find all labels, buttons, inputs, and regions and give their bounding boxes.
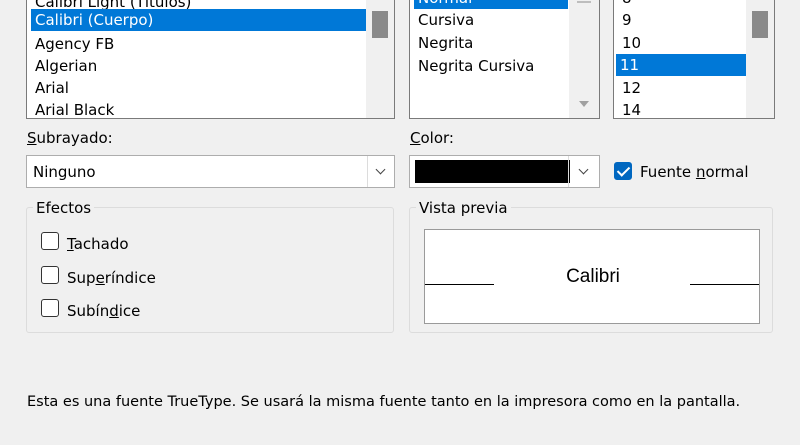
color-label: Color: — [410, 129, 454, 147]
list-item[interactable]: Arial Black — [31, 99, 371, 118]
underline-select[interactable]: Ninguno — [26, 155, 395, 188]
list-item[interactable]: Negrita Cursiva — [414, 55, 568, 77]
subscript-checkbox[interactable] — [41, 299, 59, 317]
scrollbar-thumb[interactable] — [372, 11, 388, 38]
font-size-list[interactable]: 8 9 10 11 12 14 — [613, 0, 775, 119]
list-item[interactable]: Calibri (Cuerpo) — [31, 9, 371, 31]
color-swatch — [415, 160, 570, 183]
preview-title: Vista previa — [416, 199, 511, 217]
superscript-label[interactable]: Superíndice — [67, 269, 156, 287]
dropdown-button[interactable] — [568, 156, 599, 187]
list-item[interactable]: Arial — [31, 77, 371, 99]
list-item[interactable]: Agency FB — [31, 33, 371, 55]
strikethrough-label[interactable]: Tachado — [67, 235, 129, 253]
list-item[interactable]: Negrita — [414, 32, 568, 54]
font-style-list[interactable]: Normal Cursiva Negrita Negrita Cursiva — [409, 0, 600, 119]
list-item[interactable]: 14 — [618, 99, 747, 118]
checkmark-icon — [616, 163, 631, 177]
vertical-scrollbar[interactable] — [569, 0, 599, 118]
vertical-scrollbar[interactable] — [746, 0, 774, 118]
list-item[interactable]: 9 — [618, 9, 747, 31]
scroll-down-arrow-icon[interactable] — [579, 101, 589, 107]
normal-font-checkbox[interactable] — [614, 162, 632, 180]
list-item[interactable]: 12 — [618, 77, 747, 99]
strikethrough-checkbox[interactable] — [41, 232, 59, 250]
list-item[interactable]: 11 — [616, 54, 748, 76]
preview-sample-text: Calibri — [566, 266, 620, 287]
superscript-checkbox[interactable] — [41, 266, 59, 284]
list-item[interactable]: Normal — [414, 0, 568, 9]
subscript-label[interactable]: Subíndice — [67, 302, 140, 320]
scrollbar-thumb[interactable] — [752, 11, 768, 38]
chevron-down-icon — [578, 164, 589, 175]
list-item[interactable]: 8 — [618, 0, 747, 9]
list-item[interactable]: Cursiva — [414, 9, 568, 31]
scroll-up-bar-icon[interactable] — [577, 1, 591, 3]
underline-value: Ninguno — [33, 163, 96, 181]
color-select[interactable] — [409, 155, 600, 188]
preview-box: Calibri — [424, 229, 760, 324]
list-item[interactable]: 10 — [618, 32, 747, 54]
underline-label: Subrayado: — [27, 129, 113, 147]
info-text: Esta es una fuente TrueType. Se usará la… — [27, 394, 741, 410]
chevron-down-icon — [375, 164, 386, 175]
font-name-list[interactable]: Calibri Light (Títulos) Calibri (Cuerpo)… — [26, 0, 395, 119]
effects-title: Efectos — [33, 199, 95, 217]
dropdown-button[interactable] — [367, 156, 394, 187]
list-item[interactable]: Algerian — [31, 55, 371, 77]
vertical-scrollbar[interactable] — [366, 0, 394, 118]
normal-font-label[interactable]: Fuente normal — [640, 163, 749, 181]
